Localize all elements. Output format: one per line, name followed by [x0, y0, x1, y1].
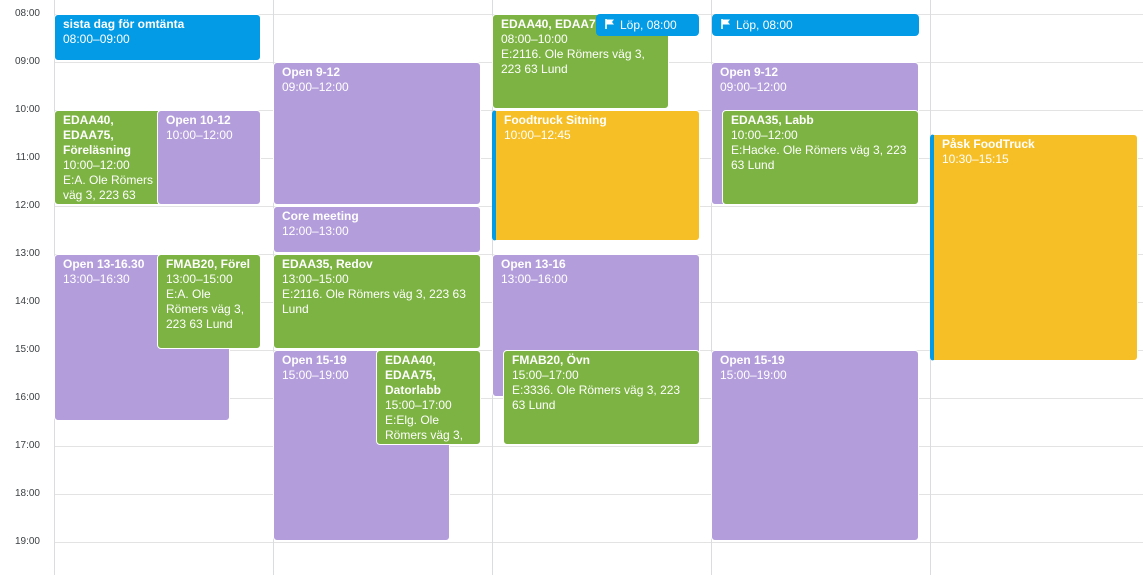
calendar-event[interactable]: EDAA40, EDAA75, Föreläsning 10:00–12:00 …	[54, 110, 172, 205]
event-location: E:Hacke. Ole Römers väg 3, 223 63 Lund	[731, 143, 907, 172]
event-location: E:3336. Ole Römers väg 3, 223 63 Lund	[512, 383, 681, 412]
time-label: 11:00	[15, 152, 40, 163]
event-title: Open 10-12	[166, 113, 231, 127]
event-title: sista dag för omtänta	[63, 17, 185, 31]
time-label: 19:00	[14, 536, 40, 547]
event-time: 12:00–13:00	[282, 224, 349, 238]
calendar-event[interactable]: Core meeting 12:00–13:00	[273, 206, 481, 253]
event-time: 10:30–15:15	[942, 152, 1009, 166]
allday-label: Löp, 08:00	[620, 18, 677, 32]
event-title: Open 13-16	[501, 257, 566, 271]
flag-icon	[721, 19, 730, 29]
event-time: 10:00–12:45	[504, 128, 571, 142]
calendar-event[interactable]: Open 10-12 10:00–12:00	[157, 110, 261, 205]
calendar-event[interactable]: Foodtruck Sitning 10:00–12:45	[492, 110, 700, 241]
event-time: 10:00–12:00	[166, 128, 233, 142]
event-time: 15:00–19:00	[720, 368, 787, 382]
event-title: FMAB20, Förel	[166, 257, 251, 271]
calendar-event[interactable]: Open 15-19 15:00–19:00	[711, 350, 919, 541]
time-label: 12:00	[14, 200, 40, 211]
event-title: Påsk FoodTruck	[942, 137, 1035, 151]
hour-line	[54, 542, 1143, 543]
event-location: E:A. Ole Römers väg 3, 223 63 Lund	[63, 173, 154, 204]
time-label: 17:00	[14, 440, 40, 451]
event-time: 10:00–12:00	[731, 128, 798, 142]
time-label: 08:00	[14, 8, 40, 19]
event-time: 10:00–12:00	[63, 158, 130, 172]
event-title: Open 15-19	[720, 353, 785, 367]
calendar-event[interactable]: FMAB20, Övn 15:00–17:00 E:3336. Ole Röme…	[503, 350, 700, 445]
event-title: EDAA35, Redov	[282, 257, 373, 271]
hour-line	[54, 494, 1143, 495]
event-title: EDAA40, EDAA75, Föreläsning	[63, 113, 132, 157]
event-time: 13:00–15:00	[166, 272, 233, 286]
event-title: Open 9-12	[720, 65, 779, 79]
calendar-event[interactable]: Open 9-12 09:00–12:00	[273, 62, 481, 205]
event-location: E:A. Ole Römers väg 3, 223 63 Lund	[166, 287, 245, 331]
calendar-event[interactable]: sista dag för omtänta 08:00–09:00	[54, 14, 261, 61]
event-title: FMAB20, Övn	[512, 353, 591, 367]
event-time: 13:00–15:00	[282, 272, 349, 286]
event-title: Open 9-12	[282, 65, 341, 79]
event-time: 09:00–12:00	[282, 80, 349, 94]
event-title: Core meeting	[282, 209, 359, 223]
time-label: 15:00	[14, 344, 40, 355]
event-title: EDAA35, Labb	[731, 113, 814, 127]
event-title: EDAA40, EDAA75, Datorlabb	[385, 353, 442, 397]
calendar-event[interactable]: Påsk FoodTruck 10:30–15:15	[930, 134, 1138, 361]
event-title: Foodtruck Sitning	[504, 113, 607, 127]
time-label: 14:00	[14, 296, 40, 307]
allday-event[interactable]: Löp, 08:00	[712, 14, 919, 36]
event-location: E:2116. Ole Römers väg 3, 223 63 Lund	[501, 47, 645, 76]
calendar-event[interactable]: EDAA35, Labb 10:00–12:00 E:Hacke. Ole Rö…	[722, 110, 919, 205]
event-location: E:2116. Ole Römers väg 3, 223 63 Lund	[282, 287, 466, 316]
event-time: 13:00–16:00	[501, 272, 568, 286]
calendar-event[interactable]: FMAB20, Förel 13:00–15:00 E:A. Ole Römer…	[157, 254, 261, 349]
hour-line	[54, 446, 1143, 447]
time-label: 18:00	[14, 488, 40, 499]
event-location: E:Elg. Ole Römers väg 3,	[385, 413, 464, 442]
time-label: 13:00	[14, 248, 40, 259]
event-time: 15:00–17:00	[385, 398, 452, 412]
event-time: 15:00–17:00	[512, 368, 579, 382]
time-label: 16:00	[14, 392, 40, 403]
event-time: 08:00–09:00	[63, 32, 130, 46]
calendar-event[interactable]: EDAA35, Redov 13:00–15:00 E:2116. Ole Rö…	[273, 254, 481, 349]
event-time: 09:00–12:00	[720, 80, 787, 94]
allday-event[interactable]: Löp, 08:00	[596, 14, 699, 36]
calendar-event[interactable]: EDAA40, EDAA75, Datorlabb 15:00–17:00 E:…	[376, 350, 481, 445]
time-label: 10:00	[14, 104, 40, 115]
time-label: 09:00	[14, 56, 40, 67]
allday-label: Löp, 08:00	[736, 18, 793, 32]
flag-icon	[605, 19, 614, 29]
